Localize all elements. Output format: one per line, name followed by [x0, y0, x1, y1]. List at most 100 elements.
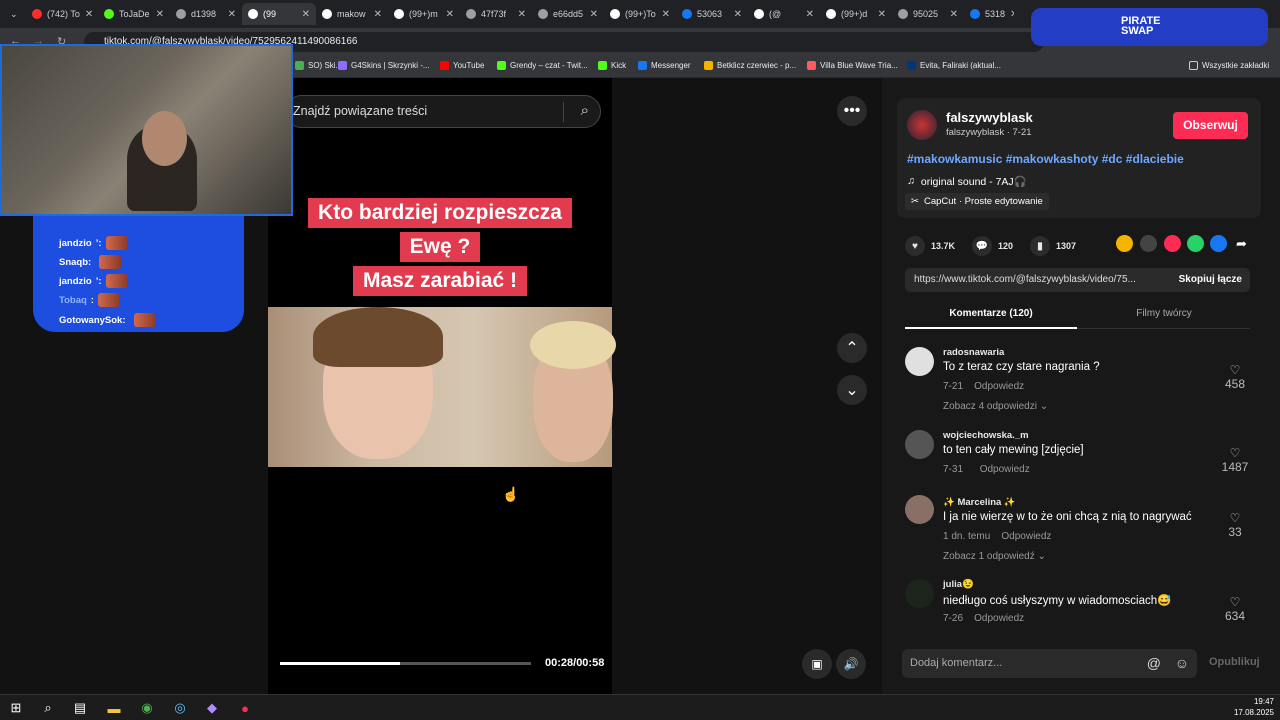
tab-creator-videos[interactable]: Filmy twórcy — [1078, 308, 1250, 319]
volume-button[interactable]: 🔊 — [836, 649, 866, 679]
add-comment-input[interactable]: Dodaj komentarz... @ ☺ — [902, 649, 1197, 678]
system-clock[interactable]: 19:47 17.08.2025 — [1234, 696, 1274, 718]
browser-tab[interactable]: (742) To ✕ — [26, 3, 98, 25]
browser-tab[interactable]: 47f73f ✕ — [460, 3, 532, 25]
close-tab-icon[interactable]: ✕ — [806, 9, 814, 20]
repost-icon[interactable] — [1116, 235, 1133, 252]
browser-tab[interactable]: makow ✕ — [316, 3, 388, 25]
discord-icon[interactable]: ◆ — [202, 698, 222, 718]
comment-like[interactable]: ♡ 458 — [1220, 363, 1250, 391]
send-icon[interactable] — [1164, 235, 1181, 252]
emoji-icon[interactable]: ☺ — [1175, 649, 1189, 678]
comment-like[interactable]: ♡ 33 — [1220, 511, 1250, 539]
avatar[interactable] — [905, 347, 934, 376]
bookmark-item[interactable]: Kick — [598, 61, 626, 70]
bookmark-item[interactable]: Evita, Faliraki (aktual... — [907, 61, 1001, 70]
chrome-icon[interactable]: ◉ — [137, 698, 157, 718]
sound-row[interactable]: ♫ original sound - 7AJ🎧 — [907, 175, 1027, 188]
close-tab-icon[interactable]: ✕ — [156, 9, 164, 20]
obs-icon[interactable]: ● — [235, 698, 255, 718]
close-tab-icon[interactable]: ✕ — [85, 9, 93, 20]
follow-button[interactable]: Obserwuj — [1173, 112, 1248, 139]
bookmark-item[interactable]: Messenger — [638, 61, 691, 70]
close-tab-icon[interactable]: ✕ — [228, 9, 236, 20]
previous-video-button[interactable]: ⌃ — [837, 333, 867, 363]
search-icon[interactable]: ⌕ — [38, 698, 58, 718]
reply-button[interactable]: Odpowiedz — [974, 613, 1024, 624]
browser-tab[interactable]: 5318 ✕ — [964, 3, 1014, 25]
author-avatar[interactable] — [907, 110, 937, 140]
tab-list-button[interactable]: ⌄ — [4, 3, 22, 25]
favicon-icon — [898, 9, 908, 19]
browser-tab[interactable]: 53063 ✕ — [676, 3, 748, 25]
avatar[interactable] — [905, 495, 934, 524]
search-icon[interactable]: ⌕ — [581, 102, 589, 119]
reply-button[interactable]: Odpowiedz — [1001, 531, 1051, 542]
close-tab-icon[interactable]: ✕ — [1010, 9, 1014, 20]
bookmark-item[interactable]: YouTube — [440, 61, 484, 70]
embed-icon[interactable] — [1140, 235, 1157, 252]
browser-tab[interactable]: e66dd5 ✕ — [532, 3, 604, 25]
close-tab-icon[interactable]: ✕ — [734, 9, 742, 20]
browser-tab[interactable]: d1398 ✕ — [170, 3, 242, 25]
close-tab-icon[interactable]: ✕ — [374, 9, 382, 20]
close-tab-icon[interactable]: ✕ — [518, 9, 526, 20]
avatar[interactable] — [905, 430, 934, 459]
like-action[interactable]: ♥ 13.7K — [905, 236, 955, 256]
comment-text: to ten cały mewing [zdjęcie] — [943, 444, 1084, 456]
close-tab-icon[interactable]: ✕ — [590, 9, 598, 20]
browser-tab[interactable]: (99 ✕ — [242, 3, 316, 25]
bookmark-item[interactable]: SO) Ski... — [295, 61, 342, 70]
share-arrow-icon[interactable]: ➦ — [1236, 236, 1247, 252]
bookmark-item[interactable]: Villa Blue Wave Tria... — [807, 61, 898, 70]
close-tab-icon[interactable]: ✕ — [446, 9, 454, 20]
reply-button[interactable]: Odpowiedz — [974, 381, 1024, 392]
browser-tab[interactable]: (@ ✕ — [748, 3, 820, 25]
close-tab-icon[interactable]: ✕ — [302, 9, 310, 20]
facebook-icon[interactable] — [1210, 235, 1227, 252]
task-view-icon[interactable]: ▤ — [70, 698, 90, 718]
next-video-button[interactable]: ⌄ — [837, 375, 867, 405]
hashtags[interactable]: #makowkamusic #makowkashoty #dc #dlacieb… — [907, 152, 1184, 166]
comment-like[interactable]: ♡ 634 — [1220, 595, 1250, 623]
comment-user[interactable]: radosnawaria — [943, 347, 1004, 358]
capcut-badge[interactable]: ✂ CapCut · Proste edytowanie — [905, 193, 1049, 210]
copy-link-button[interactable]: Skopiuj łącze — [1179, 268, 1242, 292]
close-tab-icon[interactable]: ✕ — [878, 9, 886, 20]
view-replies-button[interactable]: Zobacz 4 odpowiedzi ⌄ — [943, 401, 1048, 412]
comment-user[interactable]: julia😉 — [943, 579, 974, 590]
browser-tab[interactable]: 95025 ✕ — [892, 3, 964, 25]
close-tab-icon[interactable]: ✕ — [950, 9, 958, 20]
save-action[interactable]: ▮ 1307 — [1030, 236, 1076, 256]
reply-button[interactable]: Odpowiedz — [980, 464, 1030, 475]
video-link-field[interactable]: https://www.tiktok.com/@falszywyblask/vi… — [905, 268, 1250, 292]
bookmark-item[interactable]: Betklicz czerwiec - p... — [704, 61, 796, 70]
browser-tab[interactable]: (99+)To ✕ — [604, 3, 676, 25]
mention-icon[interactable]: @ — [1147, 649, 1161, 678]
whatsapp-icon[interactable] — [1187, 235, 1204, 252]
view-replies-button[interactable]: Zobacz 1 odpowiedź ⌄ — [943, 551, 1046, 562]
author-name[interactable]: falszywyblask — [946, 110, 1033, 125]
browser-tab[interactable]: (99+)m ✕ — [388, 3, 460, 25]
author-card: falszywyblask falszywyblask · 7-21 Obser… — [897, 98, 1261, 218]
comment-user[interactable]: wojciechowska._m — [943, 430, 1029, 441]
more-options-button[interactable]: ••• — [837, 96, 867, 126]
related-search-input[interactable]: Znajdź powiązane treści ⌕ — [285, 95, 601, 128]
video-progress-bar[interactable] — [280, 662, 531, 665]
browser-tab[interactable]: ToJaDe ✕ — [98, 3, 170, 25]
bookmark-item[interactable]: G4Skins | Skrzynki -... — [338, 61, 430, 70]
browser-tab[interactable]: (99+)d ✕ — [820, 3, 892, 25]
tab-comments[interactable]: Komentarze (120) — [905, 308, 1077, 319]
publish-button[interactable]: Opublikuj — [1209, 656, 1260, 668]
comment-like[interactable]: ♡ 1487 — [1220, 446, 1250, 474]
windows-start-icon[interactable]: ⊞ — [6, 698, 26, 718]
steam-icon[interactable]: ◎ — [170, 698, 190, 718]
comment-action[interactable]: 💬 120 — [972, 236, 1013, 256]
file-explorer-icon[interactable]: ▬ — [104, 698, 124, 718]
all-bookmarks-button[interactable]: Wszystkie zakładki — [1189, 61, 1269, 70]
comment-user[interactable]: ✨ Marcelina ✨ — [943, 497, 1016, 508]
pip-button[interactable]: ▣ — [802, 649, 832, 679]
bookmark-item[interactable]: Grendy – czat - Twit... — [497, 61, 588, 70]
avatar[interactable] — [905, 579, 934, 608]
close-tab-icon[interactable]: ✕ — [662, 9, 670, 20]
